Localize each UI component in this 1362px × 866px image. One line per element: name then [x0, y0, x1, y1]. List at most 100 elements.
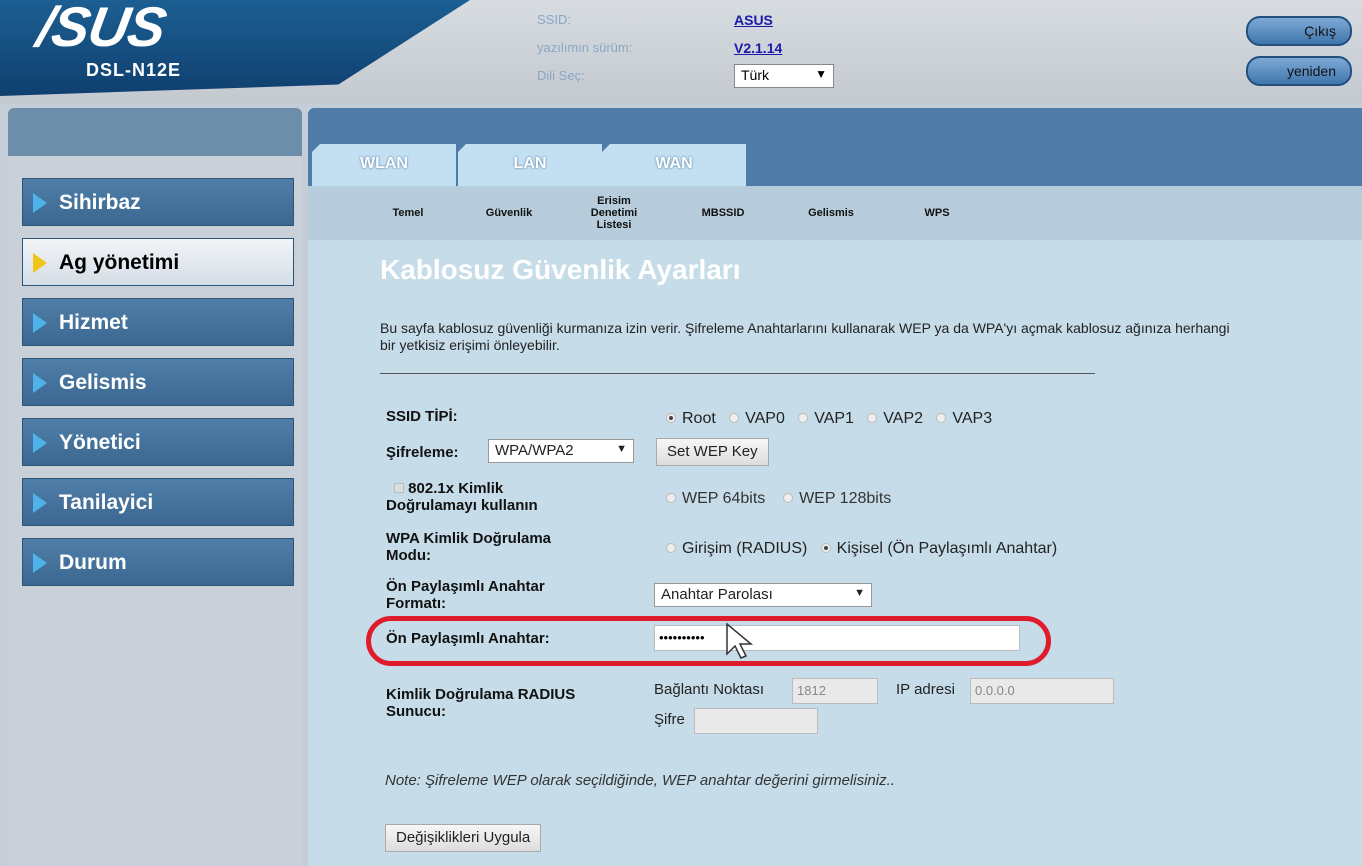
sidebar-item-label: Durum	[59, 551, 127, 574]
subtab-access-control[interactable]: Erisim Denetimi Listesi	[584, 186, 644, 240]
ip-input[interactable]: 0.0.0.0	[970, 678, 1114, 704]
wep-bits-group: WEP 64bits WEP 128bits	[666, 490, 891, 508]
dot1x-label-line2: Doğrulamayı kullanın	[386, 497, 538, 514]
ip-label: IP adresi	[896, 681, 955, 698]
subtab-wps[interactable]: WPS	[912, 186, 962, 240]
annotation-highlight	[366, 616, 1051, 666]
sidebar-item-label: Ag yönetimi	[59, 251, 180, 274]
radio-vap3[interactable]	[936, 413, 947, 423]
language-label: Dili Seç:	[537, 68, 585, 83]
encryption-label: Şifreleme:	[386, 444, 459, 461]
sidebar-item-label: Tanilayici	[59, 491, 154, 514]
password-input[interactable]	[694, 708, 818, 734]
wpa-mode-label-line1: WPA Kimlik Doğrulama	[386, 530, 552, 547]
radio-personal[interactable]	[820, 543, 831, 553]
asus-logo: /SUS	[32, 0, 171, 58]
psk-format-select[interactable]: Anahtar Parolası ▼	[654, 583, 872, 607]
wpa-mode-group: Girişim (RADIUS) Kişisel (Ön Paylaşımlı …	[666, 540, 1057, 558]
firmware-label: yazılımın sürüm:	[537, 40, 633, 55]
sidebar-item-label: Yönetici	[59, 431, 141, 454]
subtab-bar: Temel Güvenlik Erisim Denetimi Listesi M…	[308, 186, 1362, 240]
sidebar: Sihirbaz Ag yönetimi Hizmet Gelismis Yön…	[8, 108, 302, 866]
radio-wep64[interactable]	[666, 493, 676, 503]
apply-changes-button[interactable]: Değişiklikleri Uygula	[385, 824, 542, 852]
sidebar-item-admin[interactable]: Yönetici	[22, 418, 294, 466]
radio-enterprise[interactable]	[666, 543, 676, 553]
port-input[interactable]: 1812	[792, 678, 878, 704]
page-description: Bu sayfa kablosuz güvenliği kurmanıza iz…	[380, 320, 1230, 353]
wpa-mode-label-line2: Modu:	[386, 547, 431, 564]
dot1x-label-line1: 802.1x Kimlik	[408, 480, 504, 497]
radio-wep128[interactable]	[783, 493, 794, 503]
dropdown-arrow-icon: ▼	[854, 587, 865, 599]
radio-vap2[interactable]	[867, 413, 878, 423]
tab-wlan[interactable]: WLAN	[312, 144, 456, 186]
sidebar-item-label: Gelismis	[59, 371, 147, 394]
radio-vap0-label: VAP0	[745, 410, 785, 427]
page-title: Kablosuz Güvenlik Ayarları	[380, 254, 741, 285]
psk-format-label: Ön Paylaşımlı Anahtar Formatı:	[386, 578, 545, 612]
arrow-right-icon	[33, 553, 47, 573]
radio-wep64-label: WEP 64bits	[682, 490, 766, 507]
radio-root-label: Root	[682, 410, 716, 427]
encryption-select[interactable]: WPA/WPA2 ▼	[488, 439, 634, 463]
sidebar-item-network[interactable]: Ag yönetimi	[22, 238, 294, 286]
arrow-right-icon	[33, 493, 47, 513]
psk-format-value: Anahtar Parolası	[661, 586, 773, 603]
firmware-value[interactable]: V2.1.14	[734, 40, 782, 56]
reboot-button[interactable]: yeniden	[1246, 56, 1352, 86]
radius-label-line2: Sunucu:	[386, 703, 446, 720]
subtab-security[interactable]: Güvenlik	[474, 186, 544, 240]
ssid-value[interactable]: ASUS	[734, 12, 773, 28]
arrow-right-icon	[33, 193, 47, 213]
radius-label: Kimlik Doğrulama RADIUS Sunucu:	[386, 686, 575, 720]
sidebar-item-label: Hizmet	[59, 311, 128, 334]
sidebar-item-diagnostics[interactable]: Tanilayici	[22, 478, 294, 526]
dropdown-arrow-icon: ▼	[815, 67, 827, 81]
dropdown-arrow-icon: ▼	[616, 443, 627, 455]
arrow-right-icon	[33, 373, 47, 393]
password-label: Şifre	[654, 711, 685, 728]
sidebar-item-status[interactable]: Durum	[22, 538, 294, 586]
header: /SUS DSL-N12E SSID: ASUS yazılımın sürüm…	[0, 0, 1362, 104]
encryption-value: WPA/WPA2	[495, 442, 574, 459]
ssid-label: SSID:	[537, 12, 571, 27]
subtab-advanced[interactable]: Gelismis	[796, 186, 866, 240]
wpa-mode-label: WPA Kimlik Doğrulama Modu:	[386, 530, 551, 564]
psk-format-label-line1: Ön Paylaşımlı Anahtar	[386, 578, 545, 595]
ssid-type-label: SSID TİPİ:	[386, 408, 458, 425]
radius-label-line1: Kimlik Doğrulama RADIUS	[386, 686, 576, 703]
set-wep-key-button[interactable]: Set WEP Key	[656, 438, 769, 466]
language-select[interactable]: Türk ▼	[734, 64, 834, 88]
radio-enterprise-label: Girişim (RADIUS)	[682, 540, 808, 557]
radio-wep128-label: WEP 128bits	[799, 490, 892, 507]
radio-vap1[interactable]	[798, 413, 809, 423]
logo-panel: /SUS DSL-N12E	[0, 0, 470, 96]
mouse-cursor-icon	[726, 622, 754, 659]
arrow-right-icon	[33, 313, 47, 333]
logout-button[interactable]: Çıkış	[1246, 16, 1352, 46]
dot1x-label: 802.1x Kimlik Doğrulamayı kullanın	[386, 480, 538, 514]
sidebar-item-advanced[interactable]: Gelismis	[22, 358, 294, 406]
tab-lan[interactable]: LAN	[458, 144, 602, 186]
arrow-right-icon	[33, 253, 47, 273]
radio-root[interactable]	[666, 413, 676, 423]
arrow-right-icon	[33, 433, 47, 453]
divider	[380, 373, 1095, 374]
sidebar-item-service[interactable]: Hizmet	[22, 298, 294, 346]
model-name: DSL-N12E	[86, 60, 182, 80]
radio-vap2-label: VAP2	[883, 410, 924, 427]
language-value: Türk	[741, 67, 769, 83]
sidebar-item-wizard[interactable]: Sihirbaz	[22, 178, 294, 226]
dot1x-checkbox[interactable]	[394, 483, 404, 493]
radio-vap0[interactable]	[729, 413, 740, 423]
note-text: Note: Şifreleme WEP olarak seçildiğinde,…	[385, 772, 895, 789]
subtab-basic[interactable]: Temel	[378, 186, 438, 240]
port-label: Bağlantı Noktası	[654, 681, 765, 698]
sidebar-item-label: Sihirbaz	[59, 191, 141, 214]
radio-vap3-label: VAP3	[952, 410, 993, 427]
ssid-type-group: Root VAP0 VAP1 VAP2 VAP3	[666, 410, 992, 428]
tab-wan[interactable]: WAN	[602, 144, 746, 186]
radio-personal-label: Kişisel (Ön Paylaşımlı Anahtar)	[836, 540, 1058, 557]
subtab-mbssid[interactable]: MBSSID	[688, 186, 758, 240]
